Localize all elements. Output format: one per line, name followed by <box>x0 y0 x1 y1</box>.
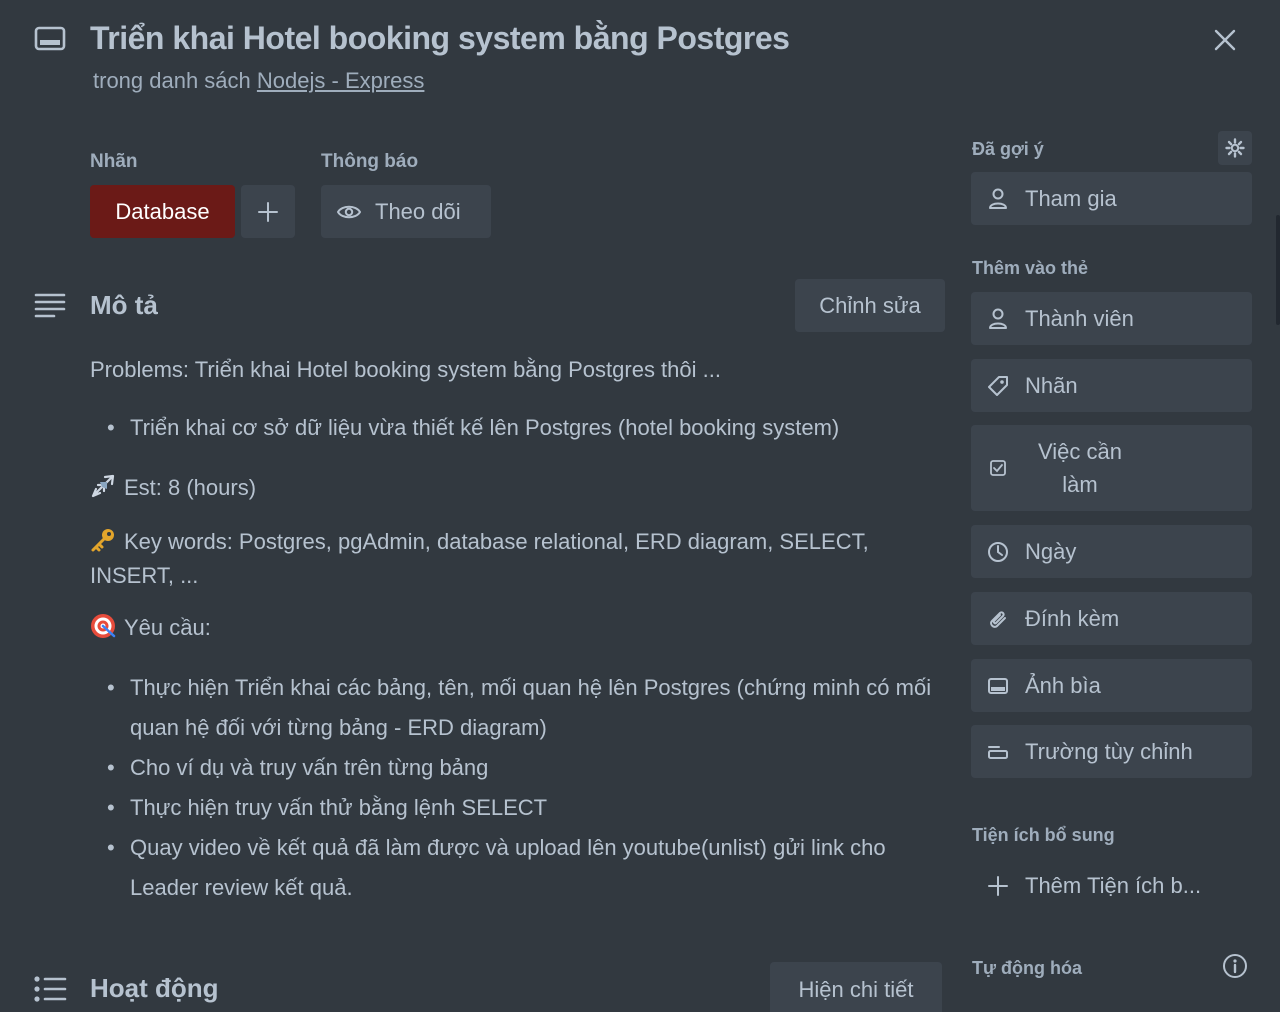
members-label: Thành viên <box>1025 305 1134 331</box>
tag-icon <box>987 375 1009 397</box>
list-prefix: trong danh sách <box>93 68 257 93</box>
description-list-1: Triển khai cơ sở dữ liệu vừa thiết kế lê… <box>90 408 940 448</box>
clock-icon <box>987 541 1009 563</box>
plus-icon <box>987 875 1009 897</box>
labels-label: Nhãn <box>1025 372 1078 398</box>
cover-button[interactable]: Ảnh bìa <box>971 659 1252 712</box>
description-estimate: Est: 8 (hours) <box>90 468 256 508</box>
add-label-button[interactable] <box>241 185 295 238</box>
card-list-info: trong danh sách Nodejs - Express <box>93 68 424 94</box>
description-heading: Mô tả <box>90 290 158 320</box>
airplane-icon <box>90 472 116 498</box>
suggested-settings-button[interactable] <box>1218 131 1252 165</box>
labels-heading: Nhãn <box>90 151 138 172</box>
list-item: Thực hiện truy vấn thử bằng lệnh SELECT <box>90 788 940 828</box>
add-to-card-heading: Thêm vào thẻ <box>972 258 1089 278</box>
person-icon <box>987 308 1009 330</box>
dates-label: Ngày <box>1025 538 1077 564</box>
attachment-label: Đính kèm <box>1025 605 1120 631</box>
gear-icon <box>1225 138 1245 158</box>
card-detail-modal: Triển khai Hotel booking system bằng Pos… <box>0 0 1280 1012</box>
list-item: Cho ví dụ và truy vấn trên từng bảng <box>90 748 940 788</box>
show-details-button[interactable]: Hiện chi tiết <box>770 962 942 1012</box>
attachment-button[interactable]: Đính kèm <box>971 592 1252 645</box>
estimate-text: Est: 8 (hours) <box>124 475 257 500</box>
follow-label: Theo dõi <box>375 198 461 224</box>
add-powerup-label: Thêm Tiện ích b... <box>1025 873 1202 898</box>
members-button[interactable]: Thành viên <box>971 292 1252 345</box>
close-icon <box>1214 29 1236 51</box>
add-powerup-button[interactable]: Thêm Tiện ích b... <box>971 860 1252 912</box>
person-icon <box>987 188 1009 210</box>
key-icon <box>90 527 116 553</box>
automation-heading: Tự động hóa <box>972 958 1083 978</box>
custom-fields-button[interactable]: Trường tùy chỉnh <box>971 725 1252 778</box>
paperclip-icon <box>987 608 1009 630</box>
edit-description-button[interactable]: Chỉnh sửa <box>795 279 945 332</box>
powerups-heading: Tiện ích bổ sung <box>972 825 1115 845</box>
close-button[interactable] <box>1205 20 1245 60</box>
description-keywords: Key words: Postgres, pgAdmin, database r… <box>90 525 940 593</box>
join-button[interactable]: Tham gia <box>971 172 1252 225</box>
follow-button[interactable]: Theo dõi <box>321 185 491 238</box>
plus-icon <box>258 201 278 222</box>
target-icon <box>90 612 116 638</box>
custom-field-icon <box>987 741 1009 763</box>
requirements-heading-text: Yêu cầu: <box>124 615 211 640</box>
checklist-icon <box>987 457 1009 479</box>
card-icon <box>34 26 66 52</box>
requirements-list: Thực hiện Triển khai các bảng, tên, mối … <box>90 668 940 908</box>
join-label: Tham gia <box>1025 185 1117 211</box>
description-requirements-heading: Yêu cầu: <box>90 608 211 648</box>
dates-button[interactable]: Ngày <box>971 525 1252 578</box>
activity-heading: Hoạt động <box>90 973 219 1003</box>
description-problems: Problems: Triển khai Hotel booking syste… <box>90 357 721 382</box>
keywords-text: Key words: Postgres, pgAdmin, database r… <box>90 529 869 588</box>
cover-icon <box>987 675 1009 697</box>
list-item: Triển khai cơ sở dữ liệu vừa thiết kế lê… <box>90 408 940 448</box>
checklist-button[interactable]: Việc cần làm <box>971 425 1252 511</box>
scrollbar[interactable] <box>1276 215 1280 325</box>
description-icon <box>34 292 66 325</box>
custom-fields-label: Trường tùy chỉnh <box>1025 738 1193 764</box>
labels-button[interactable]: Nhãn <box>971 359 1252 412</box>
list-link[interactable]: Nodejs - Express <box>257 68 425 93</box>
card-title[interactable]: Triển khai Hotel booking system bằng Pos… <box>90 20 790 57</box>
list-item: Thực hiện Triển khai các bảng, tên, mối … <box>90 668 940 748</box>
label-chip-database[interactable]: Database <box>90 185 235 238</box>
list-item: Quay video về kết quả đã làm được và upl… <box>90 828 940 908</box>
info-icon[interactable] <box>1222 953 1248 984</box>
checklist-label: Việc cần làm <box>1038 439 1122 497</box>
suggested-heading: Đã gợi ý <box>972 139 1044 159</box>
eye-icon <box>337 205 361 218</box>
activity-icon <box>33 975 67 1008</box>
notifications-heading: Thông báo <box>321 151 419 172</box>
cover-label: Ảnh bìa <box>1025 672 1101 698</box>
